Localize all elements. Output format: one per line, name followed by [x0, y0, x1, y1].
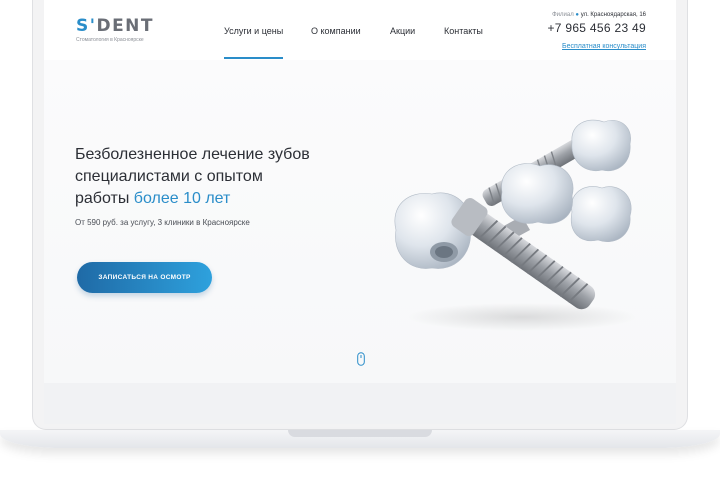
hero-title-line-3-plain: работы	[75, 190, 134, 207]
hero-title-line-3: работы более 10 лет	[75, 188, 375, 210]
nav-active-underline	[224, 57, 283, 59]
mouse-scroll-icon[interactable]	[357, 352, 365, 366]
branch-label: Филиал	[552, 12, 574, 18]
nav-item-services-label: Услуги и цены	[224, 26, 284, 36]
logo-brand-first: S'	[76, 16, 97, 36]
site-logo[interactable]: S'DENT Стоматология в Красноярске	[76, 18, 154, 44]
phone-number[interactable]: +7 965 456 23 49	[547, 21, 646, 35]
hero-title-accent: более 10 лет	[133, 190, 231, 207]
laptop-base-notch	[288, 430, 432, 437]
hero-subtitle: От 590 руб. за услугу, 3 клиники в Красн…	[75, 218, 250, 227]
laptop-frame: S'DENT Стоматология в Красноярске Услуги…	[0, 0, 720, 430]
location-pin-icon: ●	[575, 12, 580, 18]
book-examination-button[interactable]: ЗАПИСАТЬСЯ НА ОСМОТР	[77, 262, 212, 293]
dental-implants-illustration	[394, 119, 637, 331]
nav-item-contacts[interactable]: Контакты	[444, 26, 483, 36]
branch-info: Филиал ● ул. Красноядарская, 16	[547, 12, 646, 18]
hero-section: Безболезненное лечение зубов специалиста…	[44, 60, 676, 383]
branch-address: ул. Красноядарская, 16	[580, 12, 646, 18]
nav-item-promotions[interactable]: Акции	[390, 26, 415, 36]
nav-item-services[interactable]: Услуги и цены	[224, 26, 284, 59]
next-section-strip	[44, 383, 676, 424]
hero-title-line-1: Безболезненное лечение зубов	[75, 146, 310, 163]
free-consultation-link[interactable]: Бесплатная консультация	[562, 43, 646, 50]
hero-title-line-2: специалистами с опытом	[75, 168, 263, 185]
logo-brand-rest: DENT	[96, 16, 155, 36]
logo-tagline: Стоматология в Красноярске	[76, 37, 144, 43]
header-contact: Филиал ● ул. Красноядарская, 16 +7 965 4…	[547, 12, 646, 53]
site-header: S'DENT Стоматология в Красноярске Услуги…	[44, 0, 676, 60]
logo-wordmark: S'DENT	[76, 18, 154, 35]
laptop-screen: S'DENT Стоматология в Красноярске Услуги…	[44, 0, 676, 424]
nav-item-about[interactable]: О компании	[311, 26, 361, 36]
hero-title: Безболезненное лечение зубов специалиста…	[75, 144, 375, 210]
